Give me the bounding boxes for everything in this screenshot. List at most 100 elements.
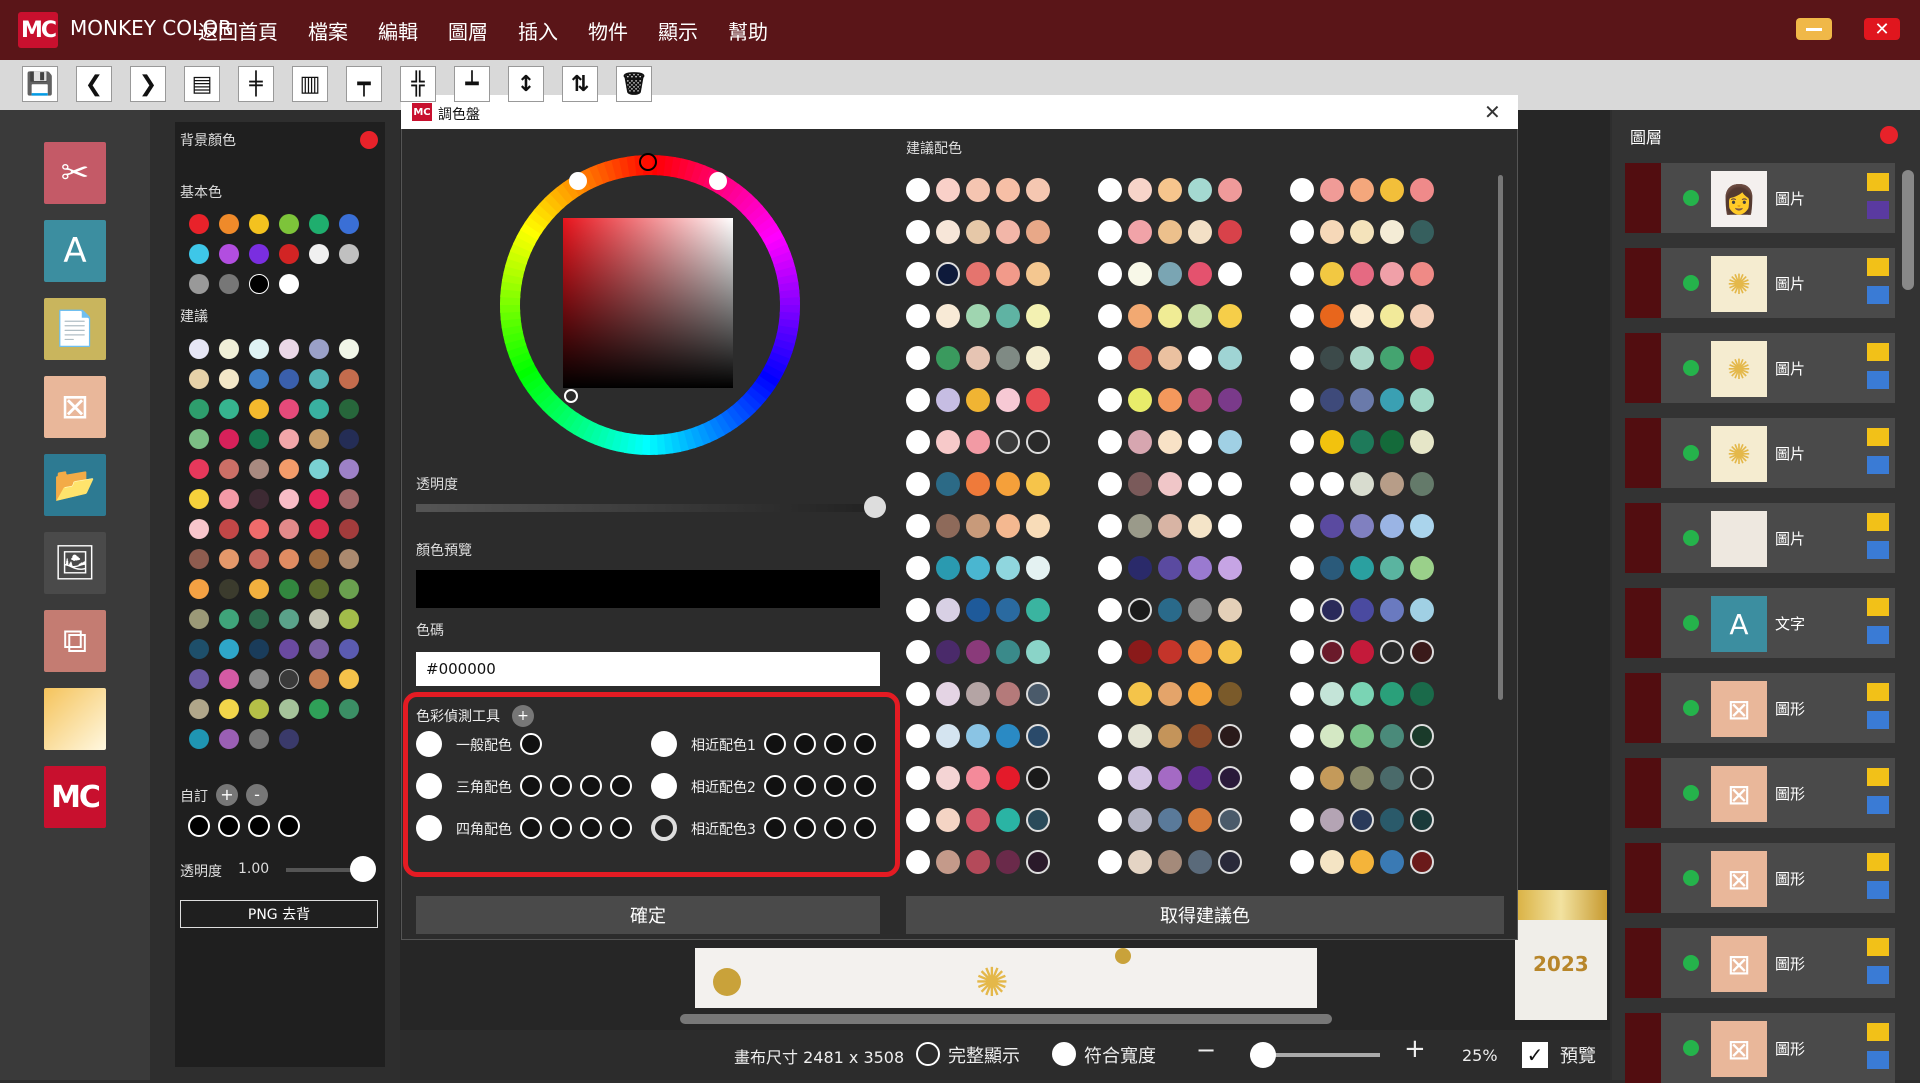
suggest-color-swatch[interactable] <box>309 519 329 539</box>
palette-color-swatch[interactable] <box>906 682 930 706</box>
basic-color-swatch[interactable] <box>219 214 239 234</box>
palette-color-swatch[interactable] <box>1188 178 1212 202</box>
layer-item[interactable]: ⊠ 圖形 <box>1625 928 1895 998</box>
suggest-color-swatch[interactable] <box>249 489 269 509</box>
palette-color-swatch[interactable] <box>1026 262 1050 286</box>
menu-help[interactable]: 幫助 <box>728 16 768 45</box>
suggest-color-swatch[interactable] <box>339 669 359 689</box>
palette-color-swatch[interactable] <box>1290 598 1314 622</box>
palette-color-swatch[interactable] <box>1350 304 1374 328</box>
palette-color-swatch[interactable] <box>936 514 960 538</box>
layer-item[interactable]: ⊠ 圖形 <box>1625 1013 1895 1083</box>
palette-color-swatch[interactable] <box>906 346 930 370</box>
crop-icon[interactable]: ⧉ <box>44 610 106 672</box>
scheme-color-swatch[interactable] <box>794 817 816 839</box>
suggest-color-swatch[interactable] <box>249 399 269 419</box>
palette-color-swatch[interactable] <box>1218 388 1242 412</box>
palette-color-swatch[interactable] <box>1098 388 1122 412</box>
palette-color-swatch[interactable] <box>966 346 990 370</box>
preview-checkbox[interactable]: ✓ <box>1522 1042 1548 1068</box>
basic-color-swatch[interactable] <box>219 274 239 294</box>
document-icon[interactable]: 📄 <box>44 298 106 360</box>
suggest-color-swatch[interactable] <box>189 639 209 659</box>
suggest-color-swatch[interactable] <box>339 519 359 539</box>
visibility-icon[interactable] <box>1683 530 1699 546</box>
palette-color-swatch[interactable] <box>1290 850 1314 874</box>
palette-color-swatch[interactable] <box>1350 556 1374 580</box>
palette-color-swatch[interactable] <box>1128 850 1152 874</box>
suggest-color-swatch[interactable] <box>189 489 209 509</box>
scheme-color-swatch[interactable] <box>550 817 572 839</box>
palette-color-swatch[interactable] <box>906 598 930 622</box>
basic-color-swatch[interactable] <box>279 244 299 264</box>
palette-color-swatch[interactable] <box>1158 514 1182 538</box>
suggest-color-swatch[interactable] <box>309 549 329 569</box>
palette-color-swatch[interactable] <box>1158 682 1182 706</box>
folder-open-icon[interactable]: 📂 <box>44 454 106 516</box>
palette-scrollbar[interactable] <box>1498 175 1503 700</box>
layer-item[interactable]: ✺ 圖片 <box>1625 248 1895 318</box>
palette-color-swatch[interactable] <box>1380 472 1404 496</box>
palette-color-swatch[interactable] <box>1128 808 1152 832</box>
palette-color-swatch[interactable] <box>1128 514 1152 538</box>
suggest-color-swatch[interactable] <box>249 699 269 719</box>
menu-object[interactable]: 物件 <box>588 16 628 45</box>
basic-color-swatch[interactable] <box>219 244 239 264</box>
mask-icon[interactable] <box>1867 711 1889 729</box>
mask-icon[interactable] <box>1867 796 1889 814</box>
suggest-color-swatch[interactable] <box>339 369 359 389</box>
fit-all-radio[interactable] <box>916 1042 940 1066</box>
zoom-in-button[interactable]: + <box>1404 1034 1426 1064</box>
suggest-color-swatch[interactable] <box>189 579 209 599</box>
palette-color-swatch[interactable] <box>966 682 990 706</box>
lock-icon[interactable] <box>1867 683 1889 701</box>
palette-color-swatch[interactable] <box>936 262 960 286</box>
suggest-color-swatch[interactable] <box>279 459 299 479</box>
palette-color-swatch[interactable] <box>1410 640 1434 664</box>
palette-color-swatch[interactable] <box>1350 220 1374 244</box>
palette-color-swatch[interactable] <box>1380 556 1404 580</box>
palette-color-swatch[interactable] <box>1098 304 1122 328</box>
palette-color-swatch[interactable] <box>1410 682 1434 706</box>
custom-remove-button[interactable]: - <box>246 784 268 806</box>
palette-color-swatch[interactable] <box>966 724 990 748</box>
palette-color-swatch[interactable] <box>1410 388 1434 412</box>
palette-color-swatch[interactable] <box>1410 472 1434 496</box>
palette-color-swatch[interactable] <box>1026 388 1050 412</box>
basic-color-swatch[interactable] <box>279 214 299 234</box>
palette-color-swatch[interactable] <box>1218 178 1242 202</box>
palette-color-swatch[interactable] <box>1350 640 1374 664</box>
palette-color-swatch[interactable] <box>1410 262 1434 286</box>
palette-color-swatch[interactable] <box>1158 388 1182 412</box>
palette-color-swatch[interactable] <box>906 262 930 286</box>
palette-color-swatch[interactable] <box>996 472 1020 496</box>
palette-color-swatch[interactable] <box>1380 640 1404 664</box>
lock-icon[interactable] <box>1867 853 1889 871</box>
palette-color-swatch[interactable] <box>1380 304 1404 328</box>
palette-color-swatch[interactable] <box>1098 556 1122 580</box>
palette-color-swatch[interactable] <box>1350 178 1374 202</box>
basic-color-swatch[interactable] <box>309 244 329 264</box>
menu-home[interactable]: 返回首頁 <box>198 16 278 45</box>
dialog-alpha-slider[interactable] <box>416 504 876 512</box>
visibility-icon[interactable] <box>1683 190 1699 206</box>
palette-color-swatch[interactable] <box>1290 262 1314 286</box>
palette-color-swatch[interactable] <box>1218 850 1242 874</box>
suggest-color-swatch[interactable] <box>309 339 329 359</box>
palette-color-swatch[interactable] <box>1188 514 1212 538</box>
suggest-color-swatch[interactable] <box>219 399 239 419</box>
suggest-color-swatch[interactable] <box>189 609 209 629</box>
basic-color-swatch[interactable] <box>309 214 329 234</box>
suggest-color-swatch[interactable] <box>339 699 359 719</box>
suggest-color-swatch[interactable] <box>219 369 239 389</box>
palette-color-swatch[interactable] <box>1098 640 1122 664</box>
palette-color-swatch[interactable] <box>966 640 990 664</box>
palette-color-swatch[interactable] <box>1410 220 1434 244</box>
visibility-icon[interactable] <box>1683 615 1699 631</box>
palette-color-swatch[interactable] <box>1188 262 1212 286</box>
palette-color-swatch[interactable] <box>1128 388 1152 412</box>
suggest-color-swatch[interactable] <box>249 369 269 389</box>
suggest-color-swatch[interactable] <box>189 669 209 689</box>
confirm-button[interactable]: 確定 <box>416 896 880 934</box>
palette-color-swatch[interactable] <box>1380 388 1404 412</box>
